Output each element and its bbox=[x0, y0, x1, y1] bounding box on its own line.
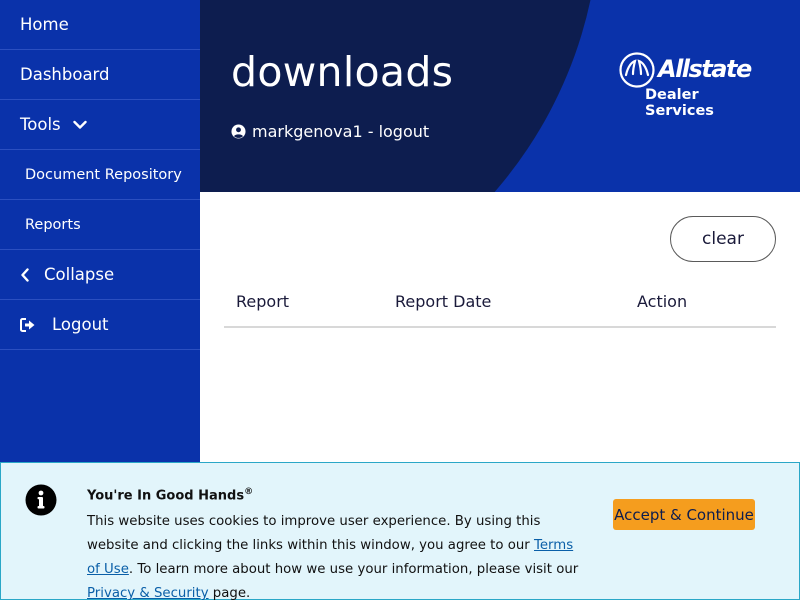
sidebar-item-label: Logout bbox=[52, 315, 109, 334]
cookie-title-text: You're In Good Hands bbox=[87, 488, 245, 504]
sidebar-item-reports[interactable]: Reports bbox=[0, 200, 200, 250]
info-icon bbox=[25, 484, 57, 520]
registered-mark: ® bbox=[244, 487, 254, 497]
page-title: downloads bbox=[231, 48, 454, 96]
user-logout-text: markgenova1 - logout bbox=[252, 122, 430, 141]
chevron-down-icon bbox=[72, 120, 87, 130]
clear-button[interactable]: clear bbox=[670, 216, 776, 262]
sidebar-item-document-repository[interactable]: Document Repository bbox=[0, 150, 200, 200]
logo-subtitle: Dealer Services bbox=[645, 87, 714, 119]
sidebar-item-label: Tools bbox=[20, 115, 61, 134]
sidebar-item-collapse[interactable]: Collapse bbox=[0, 250, 200, 300]
cookie-consent-banner: You're In Good Hands® This website uses … bbox=[0, 462, 800, 600]
user-logout-link[interactable]: markgenova1 - logout bbox=[231, 122, 429, 141]
cookie-text-part: page. bbox=[208, 586, 251, 600]
cookie-text-part: This website uses cookies to improve use… bbox=[87, 514, 541, 553]
column-header-report: Report bbox=[236, 292, 290, 311]
reports-table-header: Report Report Date Action bbox=[224, 278, 776, 328]
privacy-security-link[interactable]: Privacy & Security bbox=[87, 586, 209, 600]
cookie-message: This website uses cookies to improve use… bbox=[87, 510, 587, 600]
sidebar-item-home[interactable]: Home bbox=[0, 0, 200, 50]
logo-wordmark: Allstate bbox=[658, 55, 752, 83]
cookie-title: You're In Good Hands® bbox=[87, 487, 253, 503]
sidebar-item-dashboard[interactable]: Dashboard bbox=[0, 50, 200, 100]
column-header-report-date: Report Date bbox=[395, 292, 492, 311]
header-decorative-arc bbox=[200, 0, 600, 192]
allstate-logo: Allstate Dealer Services bbox=[618, 50, 768, 119]
good-hands-icon bbox=[619, 52, 655, 88]
sidebar-item-label: Dashboard bbox=[20, 65, 110, 84]
sidebar-item-label: Home bbox=[20, 15, 69, 34]
cookie-text-part: . To learn more about how we use your in… bbox=[128, 562, 579, 577]
page-header: downloads markgenova1 - logout Allstate … bbox=[200, 0, 800, 192]
sidebar-item-tools[interactable]: Tools bbox=[0, 100, 200, 150]
column-header-action: Action bbox=[637, 292, 688, 311]
user-circle-icon bbox=[231, 124, 246, 139]
sidebar-item-label: Reports bbox=[25, 216, 81, 233]
chevron-left-icon bbox=[20, 267, 30, 282]
sign-out-icon bbox=[20, 317, 36, 332]
sidebar-item-label: Document Repository bbox=[25, 166, 182, 183]
main-content: clear Report Report Date Action bbox=[200, 192, 800, 462]
accept-continue-button[interactable]: Accept & Continue bbox=[613, 499, 755, 530]
sidebar-item-label: Collapse bbox=[44, 265, 115, 284]
sidebar-item-logout[interactable]: Logout bbox=[0, 300, 200, 350]
